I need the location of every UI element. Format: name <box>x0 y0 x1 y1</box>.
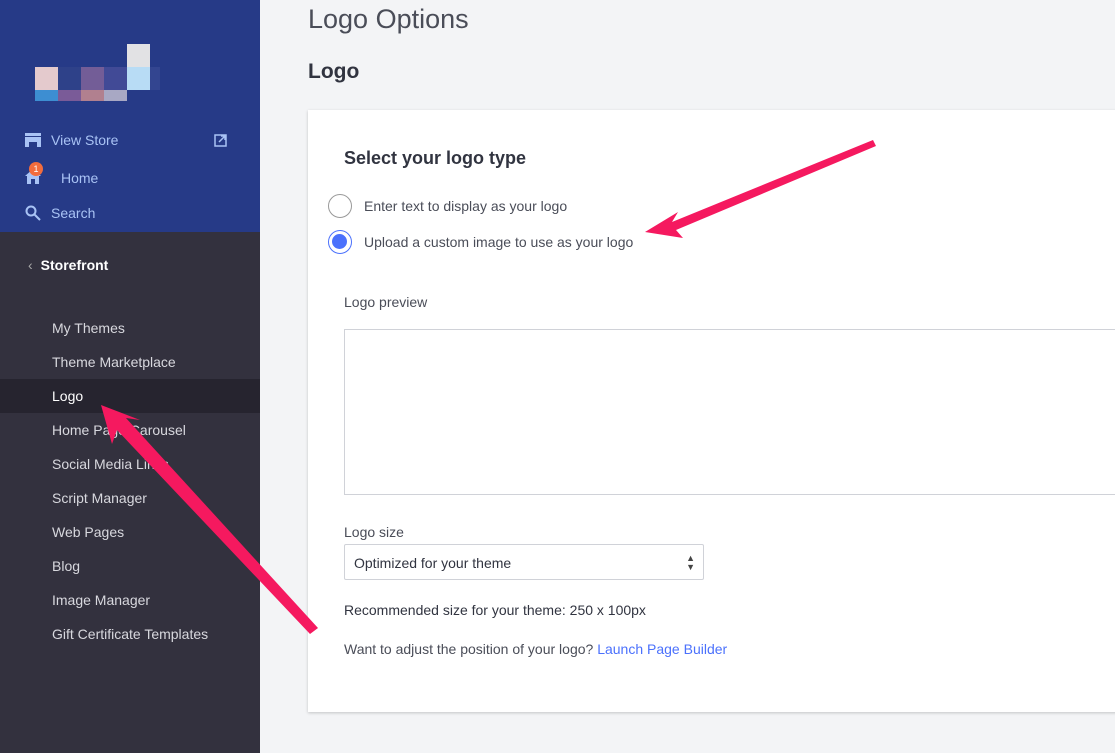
arrow-icon <box>101 140 876 634</box>
annotation-arrows <box>101 140 876 634</box>
